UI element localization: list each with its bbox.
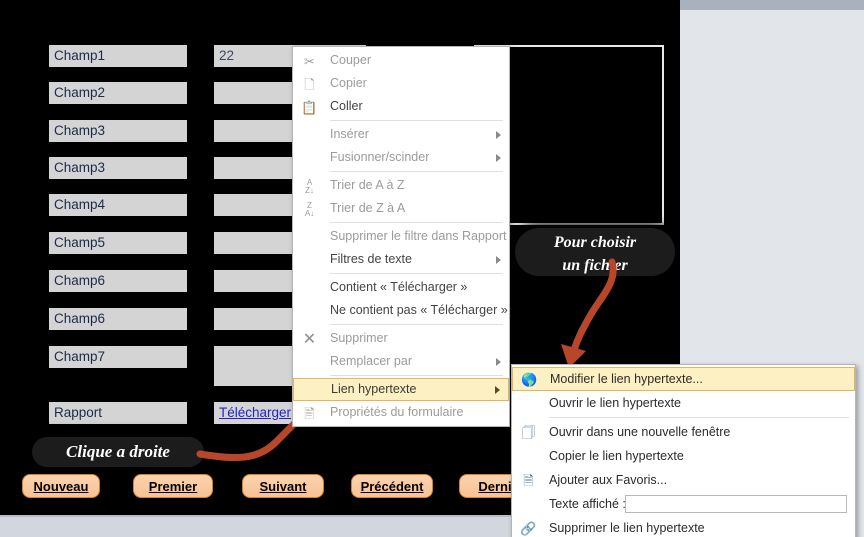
context-menu-item-label: Ne contient pas « Télécharger »: [330, 303, 508, 317]
texte-affiche-label: Texte affiché :: [549, 497, 626, 511]
field-label-1: Champ2: [49, 82, 187, 104]
field-label-0: Champ1: [49, 45, 187, 67]
context-menu-item-couper[interactable]: ✂ Couper: [293, 49, 509, 72]
context-menu-item-label: Propriétés du formulaire: [330, 405, 464, 419]
submenu-item-ouvrir-lien-hypertexte[interactable]: Ouvrir le lien hypertexte: [512, 391, 855, 415]
context-menu-item-label: Lien hypertexte: [331, 382, 417, 396]
context-menu-separator: [330, 222, 503, 223]
nav-button-premier[interactable]: Premier: [133, 474, 213, 498]
context-menu-item-label: Trier de Z à A: [330, 201, 406, 215]
field-label-5: Champ5: [49, 232, 187, 254]
screen-root: Champ1 22 Champ2 Champ3 Champ3 Champ4 Ch…: [0, 0, 864, 537]
add-favorite-icon: 🗎: [523, 473, 534, 488]
sort-za-icon: Z A↓: [304, 200, 315, 218]
delete-x-icon: ✕: [302, 330, 317, 348]
callout-choose-file-line2: un fichier: [562, 257, 628, 274]
chevron-right-icon: [496, 130, 501, 139]
field-label-8: Champ7: [49, 346, 187, 368]
context-menu: ✂ Couper 🗋 Copier 📋 Coller Insérer Fusio…: [292, 46, 510, 427]
submenu-item-label: Copier le lien hypertexte: [549, 449, 684, 463]
context-menu-separator: [330, 120, 503, 121]
paste-icon: 📋: [301, 99, 318, 115]
field-label-7: Champ6: [49, 308, 187, 330]
context-menu-item-remplacer-par[interactable]: Remplacer par: [293, 350, 509, 373]
callout-right-click: Clique a droite: [32, 437, 204, 467]
sort-az-icon: A Z↓: [305, 177, 314, 195]
nav-button-precedent[interactable]: Précédent: [351, 474, 433, 498]
submenu-item-label: Ouvrir le lien hypertexte: [549, 396, 682, 410]
context-menu-item-filtres-de-texte[interactable]: Filtres de texte: [293, 248, 509, 271]
chevron-right-icon: [496, 153, 501, 162]
remove-hyperlink-icon: 🔗: [520, 521, 537, 536]
context-menu-item-label: Insérer: [330, 127, 369, 141]
submenu-item-label: Supprimer le lien hypertexte: [549, 521, 705, 535]
edit-hyperlink-icon: 🌎: [521, 372, 538, 387]
context-menu-item-proprietes-du-formulaire[interactable]: 🖹 Propriétés du formulaire: [293, 401, 509, 424]
cut-icon: ✂: [304, 53, 315, 69]
nav-button-suivant[interactable]: Suivant: [242, 474, 324, 498]
submenu-item-ouvrir-nouvelle-fenetre[interactable]: 🗍 Ouvrir dans une nouvelle fenêtre: [512, 420, 855, 444]
context-menu-item-label: Fusionner/scinder: [330, 150, 430, 164]
form-properties-icon: 🖹: [304, 405, 315, 421]
field-label-3: Champ3: [49, 157, 187, 179]
submenu-separator: [549, 417, 849, 418]
context-menu-item-label: Trier de A à Z: [330, 178, 405, 192]
hyperlink-submenu: 🌎 Modifier le lien hypertexte... Ouvrir …: [511, 364, 856, 537]
chevron-right-icon: [496, 357, 501, 366]
context-menu-item-label: Supprimer: [330, 331, 388, 345]
context-menu-item-ne-contient-pas[interactable]: Ne contient pas « Télécharger »: [293, 299, 509, 322]
context-menu-item-label: Filtres de texte: [330, 252, 412, 266]
context-menu-separator: [330, 375, 503, 376]
context-menu-item-label: Remplacer par: [330, 354, 412, 368]
field-label-4: Champ4: [49, 194, 187, 216]
context-menu-item-coller[interactable]: 📋 Coller: [293, 95, 509, 118]
background-panel-strip: [673, 0, 864, 10]
submenu-item-copier-lien-hypertexte[interactable]: Copier le lien hypertexte: [512, 444, 855, 468]
context-menu-item-label: Contient « Télécharger »: [330, 280, 468, 294]
chevron-right-icon: [496, 255, 501, 264]
context-menu-item-label: Coller: [330, 99, 363, 113]
texte-affiche-input[interactable]: [625, 495, 847, 513]
submenu-item-label: Ouvrir dans une nouvelle fenêtre: [549, 425, 731, 439]
context-menu-item-contient[interactable]: Contient « Télécharger »: [293, 276, 509, 299]
submenu-item-label: Ajouter aux Favoris...: [549, 473, 668, 487]
callout-choose-file-line1: Pour choisir: [553, 234, 637, 251]
context-menu-item-supprimer[interactable]: ✕ Supprimer: [293, 327, 509, 350]
field-label-6: Champ6: [49, 270, 187, 292]
context-menu-item-inserer[interactable]: Insérer: [293, 123, 509, 146]
submenu-item-texte-affiche: Texte affiché :: [512, 492, 855, 516]
copy-icon: 🗋: [304, 76, 315, 92]
context-menu-item-label: Copier: [330, 76, 367, 90]
context-menu-separator: [330, 273, 503, 274]
context-menu-item-copier[interactable]: 🗋 Copier: [293, 72, 509, 95]
context-menu-item-label: Couper: [330, 53, 371, 67]
context-menu-item-trier-az[interactable]: A Z↓ Trier de A à Z: [293, 174, 509, 197]
context-menu-item-lien-hypertexte[interactable]: Lien hypertexte: [293, 378, 509, 401]
submenu-item-ajouter-aux-favoris[interactable]: 🗎 Ajouter aux Favoris...: [512, 468, 855, 492]
new-window-icon: 🗍: [522, 425, 535, 440]
field-label-rapport: Rapport: [49, 402, 187, 424]
context-menu-item-supprimer-filtre[interactable]: Supprimer le filtre dans Rapport: [293, 225, 509, 248]
hyperlink-text: Télécharger: [219, 405, 292, 420]
context-menu-item-label: Supprimer le filtre dans Rapport: [330, 229, 507, 243]
context-menu-item-trier-za[interactable]: Z A↓ Trier de Z à A: [293, 197, 509, 220]
context-menu-separator: [330, 324, 503, 325]
submenu-item-supprimer-lien-hypertexte[interactable]: 🔗 Supprimer le lien hypertexte: [512, 516, 855, 537]
submenu-item-label: Modifier le lien hypertexte...: [550, 372, 703, 386]
callout-choose-file: Pour choisir un fichier: [515, 228, 675, 276]
chevron-right-icon: [495, 385, 500, 394]
field-label-2: Champ3: [49, 120, 187, 142]
context-menu-item-fusionner-scinder[interactable]: Fusionner/scinder: [293, 146, 509, 169]
nav-button-nouveau[interactable]: Nouveau: [22, 474, 100, 498]
submenu-item-modifier-lien-hypertexte[interactable]: 🌎 Modifier le lien hypertexte...: [512, 367, 855, 391]
context-menu-separator: [330, 171, 503, 172]
